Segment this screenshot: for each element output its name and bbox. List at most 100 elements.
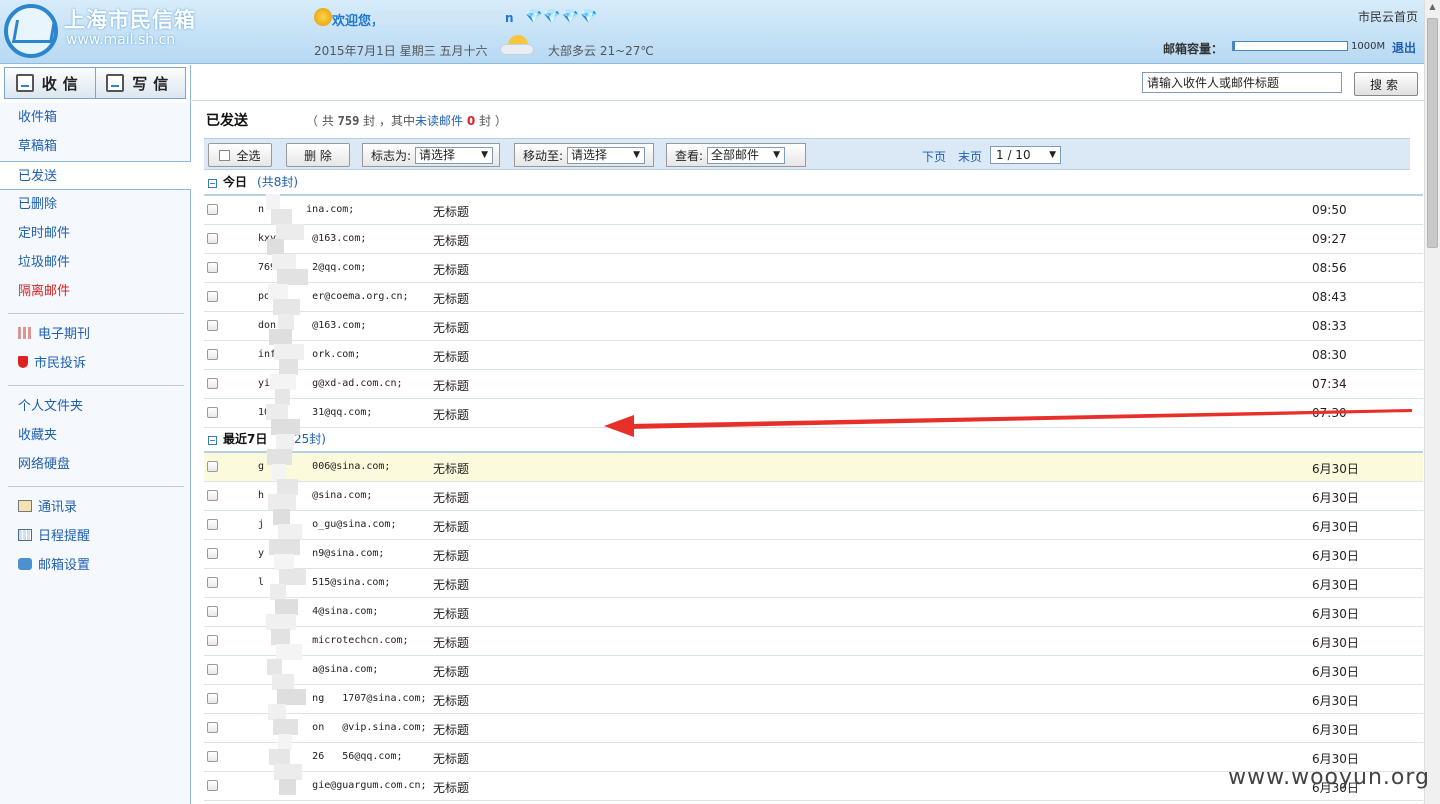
move-select[interactable]: 请选择: [567, 146, 646, 164]
search-button[interactable]: 搜索: [1354, 72, 1418, 96]
recipient[interactable]: kxy @163.com;: [258, 233, 366, 244]
row-checkbox[interactable]: [207, 378, 218, 389]
recipient[interactable]: gie@guargum.com.cn;: [258, 780, 426, 791]
logo-url[interactable]: www.mail.sh.cn: [66, 32, 175, 48]
recipient[interactable]: on @vip.sina.com;: [258, 722, 426, 733]
mail-row[interactable]: 10 31@qq.com; 无标题 07:30: [204, 399, 1423, 428]
row-checkbox[interactable]: [207, 751, 218, 762]
mail-row[interactable]: h @sina.com; 无标题 6月30日: [204, 482, 1423, 511]
subject[interactable]: 无标题: [433, 348, 469, 365]
mail-row[interactable]: y n9@sina.com; 无标题 6月30日: [204, 540, 1423, 569]
mail-row[interactable]: on @vip.sina.com; 无标题 6月30日: [204, 714, 1423, 743]
unread-link[interactable]: 未读邮件: [415, 114, 463, 128]
mail-row[interactable]: l 515@sina.com; 无标题 6月30日: [204, 569, 1423, 598]
recipient[interactable]: g 006@sina.com;: [258, 461, 390, 472]
mark-select[interactable]: 请选择: [415, 146, 494, 164]
mail-row[interactable]: pos er@coema.org.cn; 无标题 08:43: [204, 283, 1423, 312]
mail-row[interactable]: gie@guargum.com.cn; 无标题 6月30日: [204, 772, 1423, 801]
mail-row[interactable]: yi g@xd-ad.com.cn; 无标题 07:34: [204, 370, 1423, 399]
row-checkbox[interactable]: [207, 349, 218, 360]
subject[interactable]: 无标题: [433, 605, 469, 622]
page-select[interactable]: 1 / 10: [990, 146, 1061, 164]
subject[interactable]: 无标题: [433, 290, 469, 307]
search-input[interactable]: [1142, 72, 1342, 93]
row-checkbox[interactable]: [207, 664, 218, 675]
subject[interactable]: 无标题: [433, 377, 469, 394]
sidebar-item-favorites[interactable]: 收藏夹: [0, 421, 190, 450]
row-checkbox[interactable]: [207, 635, 218, 646]
recipient[interactable]: inf ork.com;: [258, 349, 360, 360]
recipient[interactable]: 10 31@qq.com;: [258, 407, 372, 418]
row-checkbox[interactable]: [207, 490, 218, 501]
select-all-checkbox[interactable]: [219, 149, 231, 161]
sidebar-item-scheduled[interactable]: 定时邮件: [0, 219, 190, 248]
row-checkbox[interactable]: [207, 291, 218, 302]
row-checkbox[interactable]: [207, 606, 218, 617]
subject[interactable]: 无标题: [433, 460, 469, 477]
mail-row[interactable]: n ina.com; 无标题 09:50: [204, 196, 1423, 225]
next-page-link[interactable]: 下页: [922, 148, 946, 165]
scroll-thumb[interactable]: [1427, 18, 1438, 248]
logout-link[interactable]: 退出: [1392, 39, 1416, 56]
mail-row[interactable]: don @163.com; 无标题 08:33: [204, 312, 1423, 341]
subject[interactable]: 无标题: [433, 721, 469, 738]
row-checkbox[interactable]: [207, 722, 218, 733]
home-link[interactable]: 市民云首页: [1358, 8, 1418, 25]
sidebar-item-personal-folder[interactable]: 个人文件夹: [0, 392, 190, 421]
recipient[interactable]: yi g@xd-ad.com.cn;: [258, 378, 403, 389]
row-checkbox[interactable]: [207, 407, 218, 418]
collapse-toggle-icon[interactable]: −: [208, 436, 217, 445]
recipient[interactable]: ng 1707@sina.com;: [258, 693, 426, 704]
row-checkbox[interactable]: [207, 320, 218, 331]
row-checkbox[interactable]: [207, 693, 218, 704]
subject[interactable]: 无标题: [433, 261, 469, 278]
mail-row[interactable]: kxy @163.com; 无标题 09:27: [204, 225, 1423, 254]
mail-row[interactable]: a@sina.com; 无标题 6月30日: [204, 656, 1423, 685]
sidebar-item-netdisk[interactable]: 网络硬盘: [0, 450, 190, 479]
subject[interactable]: 无标题: [433, 692, 469, 709]
recipient[interactable]: 769 2@qq.com;: [258, 262, 366, 273]
mail-row[interactable]: microtechcn.com; 无标题 6月30日: [204, 627, 1423, 656]
mail-row[interactable]: g 006@sina.com; 无标题 6月30日: [204, 453, 1423, 482]
subject[interactable]: 无标题: [433, 547, 469, 564]
sidebar-item-quarantine[interactable]: 隔离邮件: [0, 277, 190, 306]
recipient[interactable]: pos er@coema.org.cn;: [258, 291, 409, 302]
recipient[interactable]: h @sina.com;: [258, 490, 372, 501]
sidebar-item-complaint[interactable]: 市民投诉: [0, 349, 190, 378]
subject[interactable]: 无标题: [433, 203, 469, 220]
row-checkbox[interactable]: [207, 780, 218, 791]
sidebar-item-settings[interactable]: 邮箱设置: [0, 551, 190, 580]
subject[interactable]: 无标题: [433, 663, 469, 680]
logo-text[interactable]: 上海市民信箱: [64, 4, 196, 34]
subject[interactable]: 无标题: [433, 232, 469, 249]
recipient[interactable]: y n9@sina.com;: [258, 548, 384, 559]
mail-row[interactable]: 26 56@qq.com; 无标题 6月30日: [204, 743, 1423, 772]
sidebar-item-drafts[interactable]: 草稿箱: [0, 132, 190, 161]
recipient[interactable]: a@sina.com;: [258, 664, 378, 675]
subject[interactable]: 无标题: [433, 406, 469, 423]
row-checkbox[interactable]: [207, 204, 218, 215]
subject[interactable]: 无标题: [433, 489, 469, 506]
view-select[interactable]: 全部邮件: [707, 146, 786, 164]
row-checkbox[interactable]: [207, 519, 218, 530]
sidebar-item-calendar[interactable]: 日程提醒: [0, 522, 190, 551]
compose-button[interactable]: 写信: [94, 68, 185, 98]
sidebar-item-spam[interactable]: 垃圾邮件: [0, 248, 190, 277]
subject[interactable]: 无标题: [433, 750, 469, 767]
subject[interactable]: 无标题: [433, 576, 469, 593]
sidebar-item-sent[interactable]: 已发送: [0, 161, 191, 190]
sidebar-item-inbox[interactable]: 收件箱: [0, 103, 190, 132]
subject[interactable]: 无标题: [433, 779, 469, 796]
recipient[interactable]: 4@sina.com;: [258, 606, 378, 617]
logo-icon[interactable]: [4, 4, 58, 58]
mail-row[interactable]: 769 2@qq.com; 无标题 08:56: [204, 254, 1423, 283]
sidebar-item-ejournal[interactable]: 电子期刊: [0, 320, 190, 349]
recipient[interactable]: 26 56@qq.com;: [258, 751, 402, 762]
mail-row[interactable]: j o_gu@sina.com; 无标题 6月30日: [204, 511, 1423, 540]
recipient[interactable]: microtechcn.com;: [258, 635, 408, 646]
sidebar-item-deleted[interactable]: 已删除: [0, 190, 190, 219]
row-checkbox[interactable]: [207, 233, 218, 244]
recipient[interactable]: l 515@sina.com;: [258, 577, 390, 588]
recipient[interactable]: j o_gu@sina.com;: [258, 519, 396, 530]
last-page-link[interactable]: 末页: [958, 148, 982, 165]
